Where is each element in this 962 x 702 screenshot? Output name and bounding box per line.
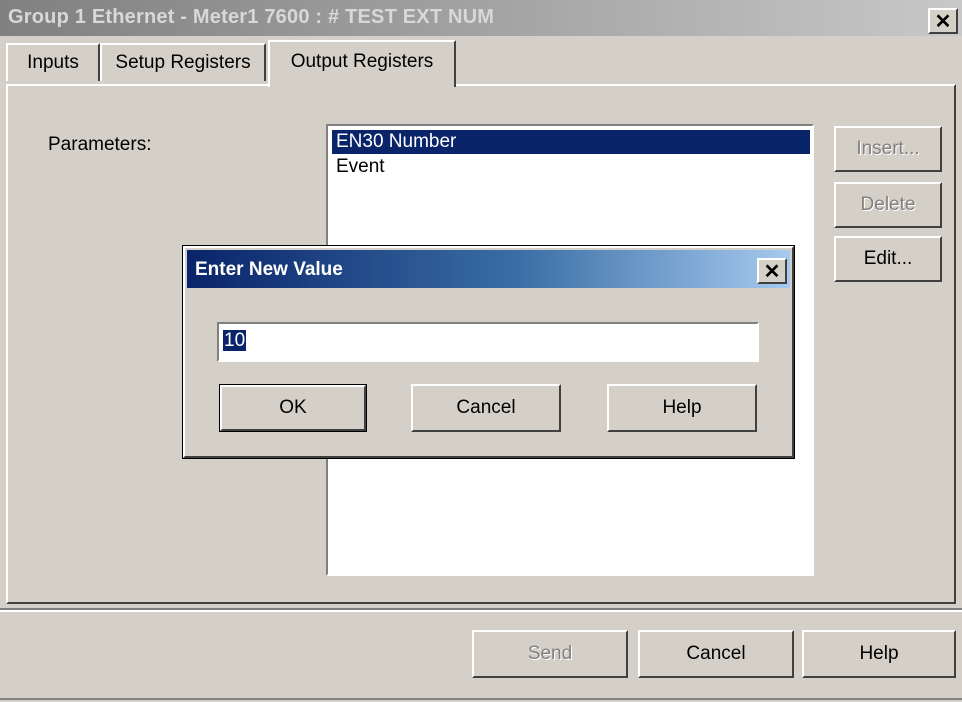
ok-button[interactable]: OK (219, 384, 367, 432)
tab-setup-registers[interactable]: Setup Registers (100, 43, 266, 81)
insert-button[interactable]: Insert... (834, 126, 942, 172)
ok-button-label: OK (220, 385, 366, 431)
tab-inputs[interactable]: Inputs (6, 43, 100, 81)
tab-output-registers[interactable]: Output Registers (268, 40, 456, 87)
divider (0, 610, 962, 612)
list-item[interactable]: Event (332, 155, 810, 179)
send-button[interactable]: Send (472, 630, 628, 678)
parameters-label: Parameters: (48, 134, 152, 155)
window-title: Group 1 Ethernet - Meter1 7600 : # TEST … (8, 6, 495, 28)
list-item[interactable]: EN30 Number (332, 130, 810, 154)
enter-value-dialog: Enter New Value ✕ 10 OK Cancel Help (182, 245, 795, 459)
window-bottom-edge (0, 698, 962, 700)
value-text: 10 (223, 330, 247, 351)
dialog-titlebar[interactable]: Enter New Value ✕ (187, 250, 790, 288)
dialog-title: Enter New Value (195, 259, 343, 280)
window-titlebar[interactable]: Group 1 Ethernet - Meter1 7600 : # TEST … (0, 0, 962, 36)
help-button[interactable]: Help (802, 630, 956, 678)
value-input[interactable]: 10 (217, 322, 759, 362)
close-icon[interactable]: ✕ (757, 258, 787, 284)
cancel-button[interactable]: Cancel (638, 630, 794, 678)
edit-button[interactable]: Edit... (834, 236, 942, 282)
dialog-help-button[interactable]: Help (607, 384, 757, 432)
delete-button[interactable]: Delete (834, 182, 942, 228)
dialog-cancel-button[interactable]: Cancel (411, 384, 561, 432)
close-icon[interactable]: ✕ (928, 8, 958, 34)
